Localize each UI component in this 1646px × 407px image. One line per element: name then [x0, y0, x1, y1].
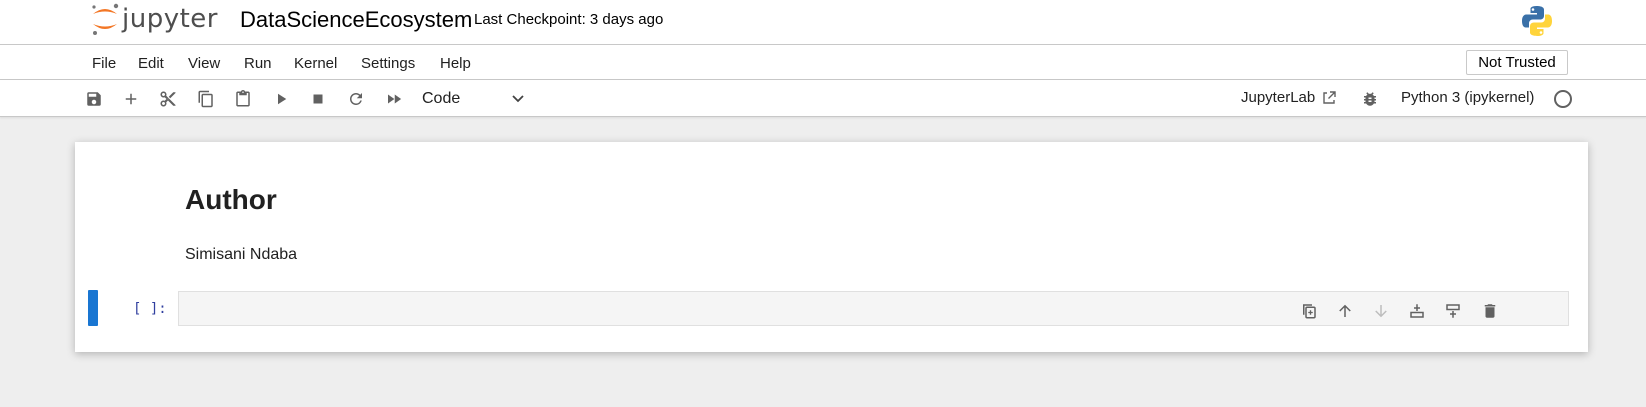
move-cell-up-button[interactable] [1334, 300, 1356, 322]
menu-settings[interactable]: Settings [361, 55, 415, 72]
save-button[interactable] [83, 88, 105, 110]
markdown-text: Simisani Ndaba [185, 246, 298, 263]
jupyter-logo-icon [92, 3, 119, 35]
cell-type-value: Code [422, 90, 461, 107]
kernel-name[interactable]: Python 3 (ipykernel) [1401, 89, 1534, 106]
duplicate-cell-button[interactable] [1298, 300, 1320, 322]
move-up-icon [1339, 304, 1351, 317]
menu-file[interactable]: File [92, 55, 116, 72]
run-all-button[interactable] [383, 88, 405, 110]
run-icon [278, 93, 287, 105]
markdown-heading: Author [185, 184, 277, 215]
move-cell-down-button[interactable] [1370, 300, 1392, 322]
notebook-panel: Author Simisani Ndaba [ ]: [75, 142, 1588, 352]
open-in-jupyterlab-link[interactable]: JupyterLab [1241, 89, 1337, 106]
trust-status-button[interactable]: Not Trusted [1466, 50, 1568, 75]
notebook-toolbar: Code JupyterLab Python 3 (ipykernel) [0, 80, 1646, 117]
python-logo-icon [1522, 6, 1552, 36]
chevron-down-icon [512, 95, 524, 103]
menu-kernel[interactable]: Kernel [294, 55, 337, 72]
jupyterlab-label: JupyterLab [1241, 89, 1316, 106]
delete-icon [1484, 304, 1496, 318]
stop-icon [313, 94, 323, 104]
delete-cell-button[interactable] [1479, 300, 1501, 322]
paste-icon [236, 90, 250, 107]
cut-button[interactable] [157, 88, 179, 110]
kernel-status-idle-icon [1554, 90, 1572, 108]
insert-below-icon [1446, 304, 1460, 318]
notebook-title[interactable]: DataScienceEcosystem [240, 7, 472, 33]
menu-edit[interactable]: Edit [138, 55, 164, 72]
input-prompt: [ ]: [133, 301, 167, 317]
code-cell-input[interactable] [178, 291, 1569, 326]
move-down-icon [1375, 305, 1387, 318]
debugger-bug-icon[interactable] [1361, 90, 1379, 108]
cut-icon [160, 91, 176, 107]
copy-button[interactable] [195, 88, 217, 110]
insert-cell-above-button[interactable] [1406, 300, 1428, 322]
external-link-icon [1323, 90, 1336, 104]
add-icon [125, 93, 137, 105]
menu-view[interactable]: View [188, 55, 220, 72]
add-cell-button[interactable] [120, 88, 142, 110]
active-cell-indicator[interactable] [88, 290, 98, 326]
checkpoint-status: Last Checkpoint: 3 days ago [474, 11, 664, 28]
save-icon [87, 92, 101, 106]
insert-cell-below-button[interactable] [1442, 300, 1464, 322]
stop-button[interactable] [307, 88, 329, 110]
cell-type-select[interactable]: Code [422, 87, 526, 111]
duplicate-icon [1303, 304, 1316, 319]
run-button[interactable] [270, 88, 292, 110]
menu-bar: File Edit View Run Kernel Settings Help … [0, 45, 1646, 80]
restart-button[interactable] [345, 88, 367, 110]
fast-forward-icon [388, 94, 402, 104]
top-header: jupyter DataScienceEcosystem Last Checkp… [0, 0, 1646, 45]
logo-text: jupyter [122, 4, 218, 34]
jupyter-logo[interactable]: jupyter [90, 2, 218, 36]
restart-icon [350, 93, 362, 105]
insert-above-icon [1410, 304, 1424, 318]
menu-help[interactable]: Help [440, 55, 471, 72]
paste-button[interactable] [232, 88, 254, 110]
copy-icon [198, 90, 213, 108]
menu-run[interactable]: Run [244, 55, 272, 72]
